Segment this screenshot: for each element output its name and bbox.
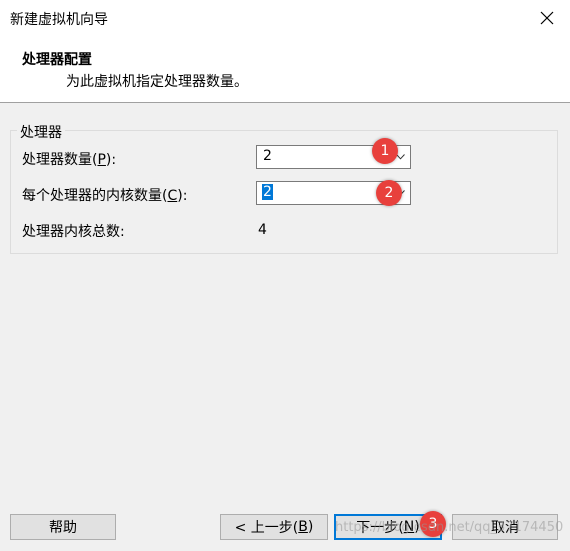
wizard-header: 处理器配置 为此虚拟机指定处理器数量。	[0, 36, 570, 103]
processor-count-value: 2	[263, 148, 272, 164]
processor-count-label-text: 处理器数量(	[22, 152, 98, 168]
cores-per-processor-label-text: 每个处理器的内核数量(	[22, 188, 168, 204]
page-title: 处理器配置	[22, 52, 92, 68]
watermark: https://blog.csdn.net/qq_37174450	[335, 520, 564, 535]
processor-count-accel-key: P	[97, 152, 106, 168]
total-cores-label: 处理器内核总数:	[22, 224, 125, 240]
close-icon	[540, 11, 554, 25]
back-button-label: < 上一步(	[234, 520, 299, 536]
help-button[interactable]: 帮助	[10, 514, 116, 540]
processor-count-label: 处理器数量(P):	[22, 149, 116, 169]
processor-group-label: 处理器	[17, 122, 65, 142]
close-button[interactable]	[524, 0, 570, 36]
cores-per-processor-value: 2	[262, 184, 273, 200]
page-subtitle: 为此虚拟机指定处理器数量。	[66, 74, 248, 90]
total-cores-value: 4	[258, 222, 267, 238]
annotation-badge-2: 2	[376, 180, 402, 206]
cores-per-processor-label: 每个处理器的内核数量(C):	[22, 185, 187, 205]
help-button-label: 帮助	[49, 520, 77, 536]
processor-count-label-suffix: ):	[105, 152, 117, 168]
cores-per-processor-label-suffix: ):	[177, 188, 188, 204]
title-bar: 新建虚拟机向导	[0, 0, 570, 36]
cores-per-processor-accel-key: C	[167, 188, 178, 204]
annotation-badge-1: 1	[372, 138, 398, 164]
back-button[interactable]: < 上一步(B)	[220, 514, 328, 540]
window-title: 新建虚拟机向导	[10, 12, 108, 28]
back-button-suffix: )	[307, 519, 314, 535]
back-accel-key: B	[298, 519, 308, 535]
